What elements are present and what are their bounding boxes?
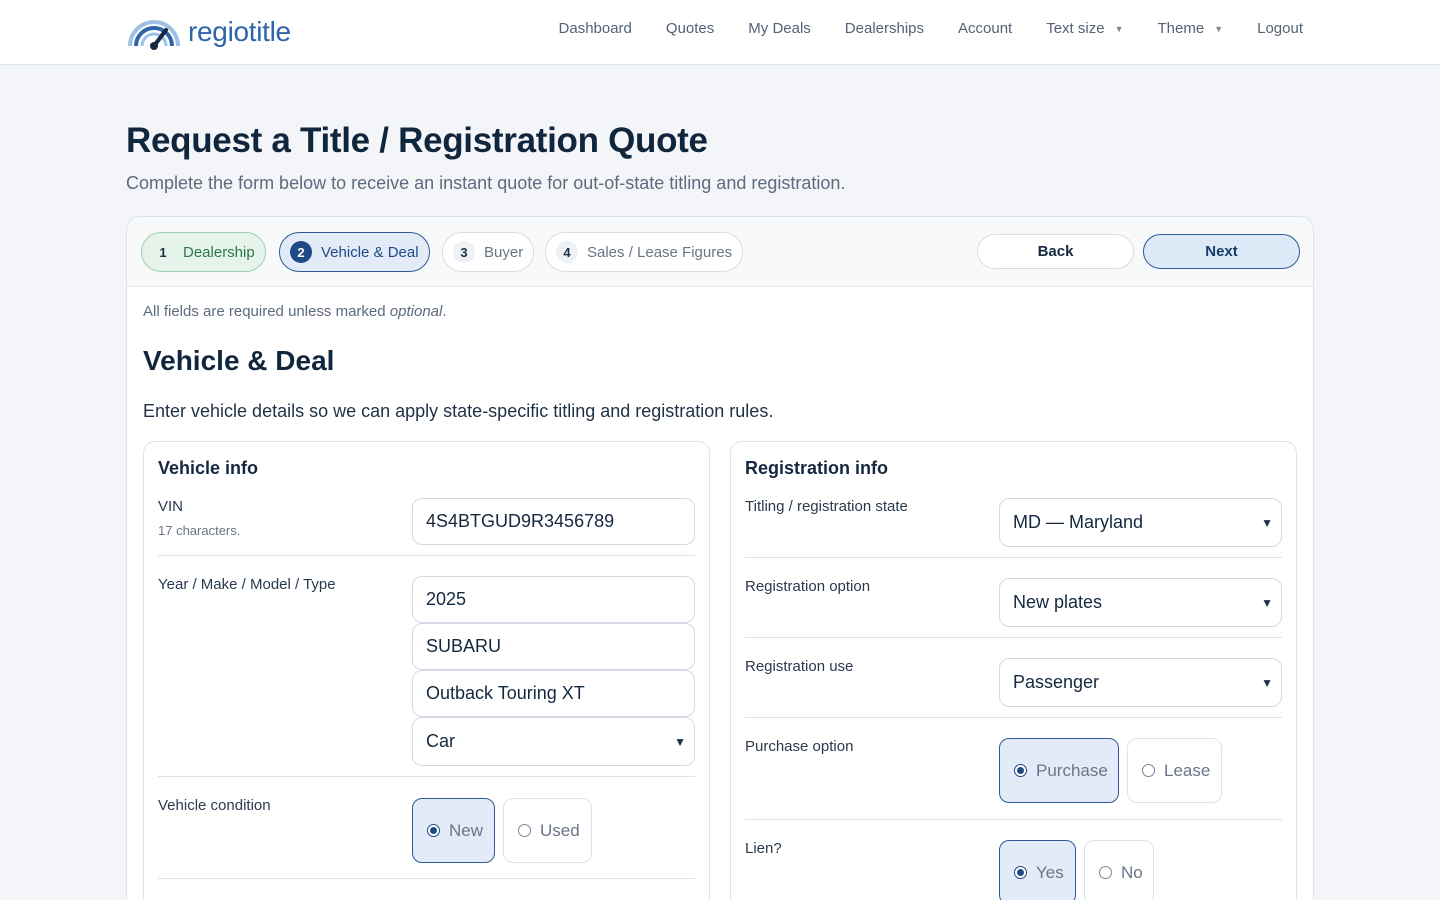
purchase-option-lease-label: Lease [1164,760,1211,780]
required-note-end: . [442,303,447,320]
step-vehicle-deal[interactable]: 2 Vehicle & Deal [279,232,430,272]
step-number: 1 [159,244,167,260]
state-label: Titling / registration state [745,498,908,515]
vehicle-type-value: Car [426,731,456,751]
vin-input[interactable]: 4S4BTGUD9R3456789 [412,498,695,545]
caret-down-icon: ▼ [1114,23,1124,34]
nav-my-deals[interactable]: My Deals [748,20,811,37]
year-input[interactable]: 2025 [412,576,695,623]
ymmt-label: Year / Make / Model / Type [158,576,336,593]
logo-text: regiotitle [188,16,291,47]
condition-new-label: New [449,820,484,840]
speedometer-logo-icon [128,20,180,50]
vehicle-type-select[interactable]: Car ▼ [412,717,695,766]
condition-new-option[interactable]: New [412,798,495,863]
condition-label: Vehicle condition [158,797,271,814]
optional-emphasis: optional [389,303,443,320]
lien-no-option[interactable]: No [1084,840,1154,900]
condition-used-label: Used [540,820,580,840]
stepper-bar: 1 Dealership 2 Vehicle & Deal 3 Buyer 4 … [127,217,1313,287]
step-label: Sales / Lease Figures [587,243,733,261]
nav-account[interactable]: Account [958,20,1012,37]
radio-unselected-icon [1142,764,1155,777]
caret-down-icon: ▼ [1214,23,1224,34]
chevron-down-icon: ▼ [1261,515,1273,530]
page-title: Request a Title / Registration Quote [126,121,708,160]
required-note-text: All fields are required unless marked [143,303,386,320]
state-value: MD — Maryland [1013,512,1144,532]
registration-state-row: Titling / registration state MD — Maryla… [745,498,1282,558]
nav-dealerships[interactable]: Dealerships [845,20,924,37]
lien-label: Lien? [745,840,782,857]
chevron-down-icon: ▼ [1261,675,1273,690]
registration-option-value: New plates [1013,592,1103,612]
step-number: 3 [453,241,475,263]
main-nav: Dashboard Quotes My Deals Dealerships Ac… [559,20,1303,37]
year-make-model-type-row: Year / Make / Model / Type 2025 SUBARU O… [158,576,695,777]
lien-no-label: No [1121,862,1143,882]
registration-option-row: Registration option New plates ▼ [745,578,1282,638]
page-subtitle: Complete the form below to receive an in… [126,173,846,193]
condition-used-option[interactable]: Used [503,798,592,863]
step-sales-lease-figures[interactable]: 4 Sales / Lease Figures [545,232,744,272]
nav-theme-dropdown[interactable]: Theme ▼ [1158,20,1224,37]
registration-use-value: Passenger [1013,672,1100,692]
make-input[interactable]: SUBARU [412,623,695,670]
chevron-down-icon: ▼ [1261,595,1273,610]
purchase-option-label: Purchase option [745,738,854,755]
next-button[interactable]: Next [1143,234,1300,269]
section-description: Enter vehicle details so we can apply st… [143,401,774,421]
nav-text-size-label: Text size [1046,20,1105,37]
logo[interactable]: regiotitle [126,14,291,50]
step-label: Dealership [183,243,255,261]
registration-use-label: Registration use [745,658,854,675]
nav-text-size-dropdown[interactable]: Text size ▼ [1046,20,1123,37]
lien-row: Lien? Yes No [745,840,1282,900]
lien-yes-option[interactable]: Yes [999,840,1076,900]
registration-option-select[interactable]: New plates ▼ [999,578,1282,627]
lien-yes-label: Yes [1036,862,1064,882]
nav-theme-label: Theme [1157,20,1205,37]
vehicle-info-panel: Vehicle info VIN 17 characters. 4S4BTGUD… [143,441,710,900]
nav-logout[interactable]: Logout [1257,20,1303,37]
step-label: Vehicle & Deal [321,243,419,261]
step-number: 2 [290,241,312,263]
registration-info-panel: Registration info Titling / registration… [730,441,1297,900]
radio-selected-icon [1014,764,1027,777]
step-number: 4 [556,241,578,263]
quote-form-card: 1 Dealership 2 Vehicle & Deal 3 Buyer 4 … [126,216,1314,900]
model-input[interactable]: Outback Touring XT [412,670,695,717]
required-fields-note: All fields are required unless marked op… [143,303,447,320]
registration-use-select[interactable]: Passenger ▼ [999,658,1282,707]
vehicle-condition-row: Vehicle condition New Used [158,797,695,879]
radio-selected-icon [1014,866,1027,879]
purchase-option-purchase-label: Purchase [1036,760,1108,780]
radio-selected-icon [427,824,440,837]
vin-hint: 17 characters. [158,523,241,538]
registration-info-title: Registration info [745,458,888,478]
nav-quotes[interactable]: Quotes [666,20,714,37]
radio-unselected-icon [518,824,531,837]
purchase-option-purchase[interactable]: Purchase [999,738,1119,803]
chevron-down-icon: ▼ [674,734,686,749]
section-title: Vehicle & Deal [143,345,335,376]
vehicle-info-title: Vehicle info [158,458,259,478]
registration-use-row: Registration use Passenger ▼ [745,658,1282,718]
step-buyer[interactable]: 3 Buyer [442,232,535,272]
nav-dashboard[interactable]: Dashboard [559,20,632,37]
back-button[interactable]: Back [977,234,1134,269]
registration-state-select[interactable]: MD — Maryland ▼ [999,498,1282,547]
vin-label: VIN [158,498,184,515]
purchase-option-lease[interactable]: Lease [1127,738,1222,803]
step-label: Buyer [484,243,524,261]
top-navbar: regiotitle Dashboard Quotes My Deals Dea… [0,0,1440,65]
step-dealership[interactable]: 1 Dealership [141,232,266,272]
purchase-option-row: Purchase option Purchase Lease [745,738,1282,820]
registration-option-label: Registration option [745,578,871,595]
radio-unselected-icon [1099,866,1112,879]
vin-row: VIN 17 characters. 4S4BTGUD9R3456789 [158,498,695,556]
